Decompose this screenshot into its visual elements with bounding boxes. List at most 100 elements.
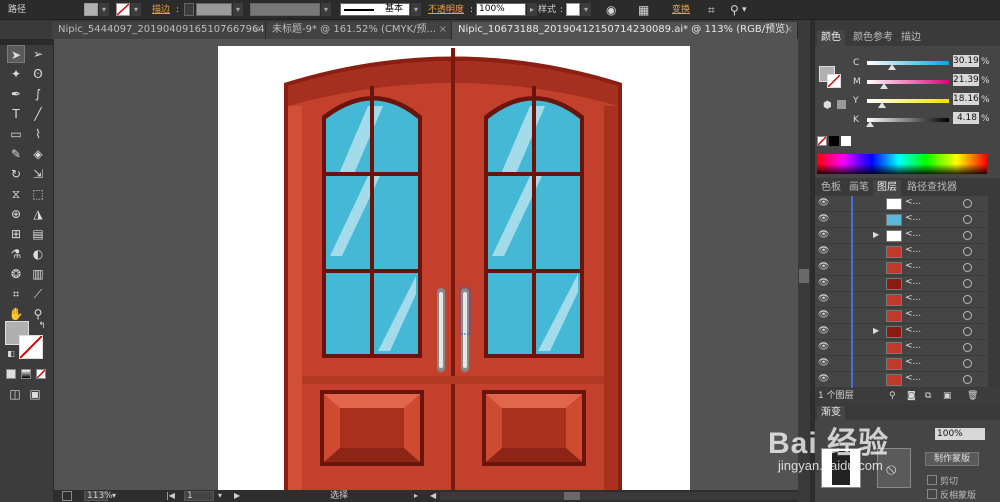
line-tool-icon[interactable]: ╱	[29, 105, 47, 123]
gradient-tool-icon[interactable]: ▤	[29, 225, 47, 243]
profile-dropdown-icon[interactable]: ▾	[321, 3, 331, 16]
fill-dropdown-icon[interactable]: ▾	[99, 3, 109, 16]
tab-document-3[interactable]: Nipic_10673188_20190412150714230089.ai* …	[452, 22, 798, 39]
tab-document-1[interactable]: Nipic_5444097_20190409165107667964.ai* ×	[52, 22, 266, 39]
zoom-dropdown-icon[interactable]: ▾	[112, 490, 116, 502]
target-circle-icon[interactable]	[963, 295, 972, 304]
zoom-field[interactable]: 113%	[84, 491, 113, 501]
fill-swatch[interactable]	[84, 3, 98, 16]
visibility-eye-icon[interactable]: 👁	[818, 375, 830, 384]
brush-dropdown-icon[interactable]: ▾	[411, 3, 421, 16]
horizontal-scroll-thumb[interactable]	[564, 492, 580, 500]
locate-object-icon[interactable]: ⚲	[889, 388, 896, 404]
color-spectrum[interactable]	[817, 154, 987, 174]
channel-y-value[interactable]: 18.16	[953, 93, 979, 105]
blend-tool-icon[interactable]: ◐	[29, 245, 47, 263]
direct-selection-tool-icon[interactable]: ➢	[29, 45, 47, 63]
stroke-weight-dropdown-icon[interactable]: ▾	[233, 3, 243, 16]
visibility-eye-icon[interactable]: 👁	[818, 343, 830, 352]
channel-k-knob[interactable]	[866, 121, 875, 127]
magic-wand-tool-icon[interactable]: ✦	[7, 65, 25, 83]
target-circle-icon[interactable]	[963, 375, 972, 384]
channel-c-knob[interactable]	[887, 64, 896, 70]
layer-row[interactable]: 👁 <...	[815, 308, 987, 324]
target-circle-icon[interactable]	[963, 215, 972, 224]
invert-mask-checkbox[interactable]: 反相蒙版	[927, 488, 976, 501]
layer-row[interactable]: 👁 <...	[815, 372, 987, 388]
stroke-color-box[interactable]	[19, 335, 43, 359]
target-circle-icon[interactable]	[963, 231, 972, 240]
tab-swatches[interactable]: 色板	[817, 180, 845, 196]
target-circle-icon[interactable]	[963, 263, 972, 272]
visibility-eye-icon[interactable]: 👁	[818, 247, 830, 256]
target-circle-icon[interactable]	[963, 279, 972, 288]
shape-builder-tool-icon[interactable]: ⊕	[7, 205, 25, 223]
next-artboard-icon[interactable]: ▶	[234, 490, 240, 502]
pencil-tool-icon[interactable]: ✎	[7, 145, 25, 163]
curvature-tool-icon[interactable]: ∫	[29, 85, 47, 103]
channel-m-value[interactable]: 21.39	[953, 74, 979, 86]
opacity-field[interactable]: 100%	[935, 428, 985, 440]
target-circle-icon[interactable]	[963, 199, 972, 208]
perspective-tool-icon[interactable]: ◮	[29, 205, 47, 223]
new-sublayer-icon[interactable]: ⧉	[925, 388, 931, 404]
stroke-color-box[interactable]	[827, 74, 841, 88]
gradient-mode-icon[interactable]	[21, 369, 31, 379]
none-mode-icon[interactable]	[36, 369, 46, 379]
double-door-illustration[interactable]	[218, 46, 690, 490]
target-circle-icon[interactable]	[963, 327, 972, 336]
visibility-eye-icon[interactable]: 👁	[818, 279, 830, 288]
isolate-icon[interactable]: ⌗	[708, 3, 715, 17]
select-similar-icon[interactable]: ⚲	[730, 3, 739, 17]
tab-stroke[interactable]: 描边	[897, 30, 925, 46]
layer-row[interactable]: 👁 <...	[815, 276, 987, 292]
graphic-style-swatch[interactable]	[566, 3, 580, 16]
stroke-weight-field[interactable]	[196, 3, 232, 16]
channel-k-slider[interactable]	[867, 118, 949, 122]
symbol-sprayer-tool-icon[interactable]: ❂	[7, 265, 25, 283]
scroll-left-icon[interactable]: ◀	[430, 490, 436, 502]
tab-gradient[interactable]: 渐变	[817, 406, 845, 420]
artboard[interactable]	[218, 46, 690, 490]
vertical-scrollbar[interactable]	[798, 39, 810, 502]
layer-row[interactable]: 👁 <...	[815, 340, 987, 356]
close-icon[interactable]: ×	[785, 22, 793, 38]
select-similar-dropdown-icon[interactable]: ▾	[742, 3, 747, 17]
stroke-weight-stepper[interactable]	[184, 3, 194, 16]
tab-brushes[interactable]: 画笔	[845, 180, 873, 196]
type-tool-icon[interactable]: T	[7, 105, 25, 123]
align-icon[interactable]: ▦	[638, 3, 649, 17]
artboard-number-field[interactable]: 1	[184, 491, 214, 501]
color-mode-icon[interactable]	[6, 369, 16, 379]
close-icon[interactable]: ×	[439, 22, 447, 38]
variable-width-profile[interactable]	[250, 3, 320, 16]
layers-scrollbar[interactable]	[988, 196, 1000, 388]
paintbrush-tool-icon[interactable]: ⌇	[29, 125, 47, 143]
artboard-tool-icon[interactable]: ⌗	[7, 285, 25, 303]
channel-y-knob[interactable]	[877, 102, 886, 108]
target-circle-icon[interactable]	[963, 343, 972, 352]
scale-tool-icon[interactable]: ⇲	[29, 165, 47, 183]
eyedropper-tool-icon[interactable]: ⚗	[7, 245, 25, 263]
out-of-gamut-icon[interactable]: ⬢	[823, 100, 832, 111]
visibility-eye-icon[interactable]: 👁	[818, 215, 830, 224]
horizontal-scrollbar[interactable]	[440, 492, 798, 500]
white-swatch[interactable]	[841, 136, 851, 146]
layer-row[interactable]: 👁 <...	[815, 292, 987, 308]
tab-document-2[interactable]: 未标题-9* @ 161.52% (CMYK/预... ×	[266, 22, 452, 39]
make-mask-button[interactable]: 制作蒙版	[925, 452, 979, 466]
channel-c-value[interactable]: 30.19	[953, 55, 979, 67]
style-dropdown-icon[interactable]: ▾	[581, 3, 591, 16]
default-colors-icon[interactable]: ◧	[2, 345, 20, 363]
layer-row[interactable]: 👁 <...	[815, 356, 987, 372]
stroke-swatch[interactable]	[116, 3, 130, 16]
new-layer-icon[interactable]: ▣	[943, 388, 952, 404]
channel-m-knob[interactable]	[880, 83, 889, 89]
rotate-tool-icon[interactable]: ↻	[7, 165, 25, 183]
layer-row[interactable]: 👁 <...	[815, 212, 987, 228]
expand-arrow-icon[interactable]: ▶	[873, 230, 879, 239]
status-menu-icon[interactable]: ▸	[414, 490, 418, 502]
opacity-label[interactable]: 不透明度	[428, 3, 464, 17]
rectangle-tool-icon[interactable]: ▭	[7, 125, 25, 143]
target-circle-icon[interactable]	[963, 247, 972, 256]
